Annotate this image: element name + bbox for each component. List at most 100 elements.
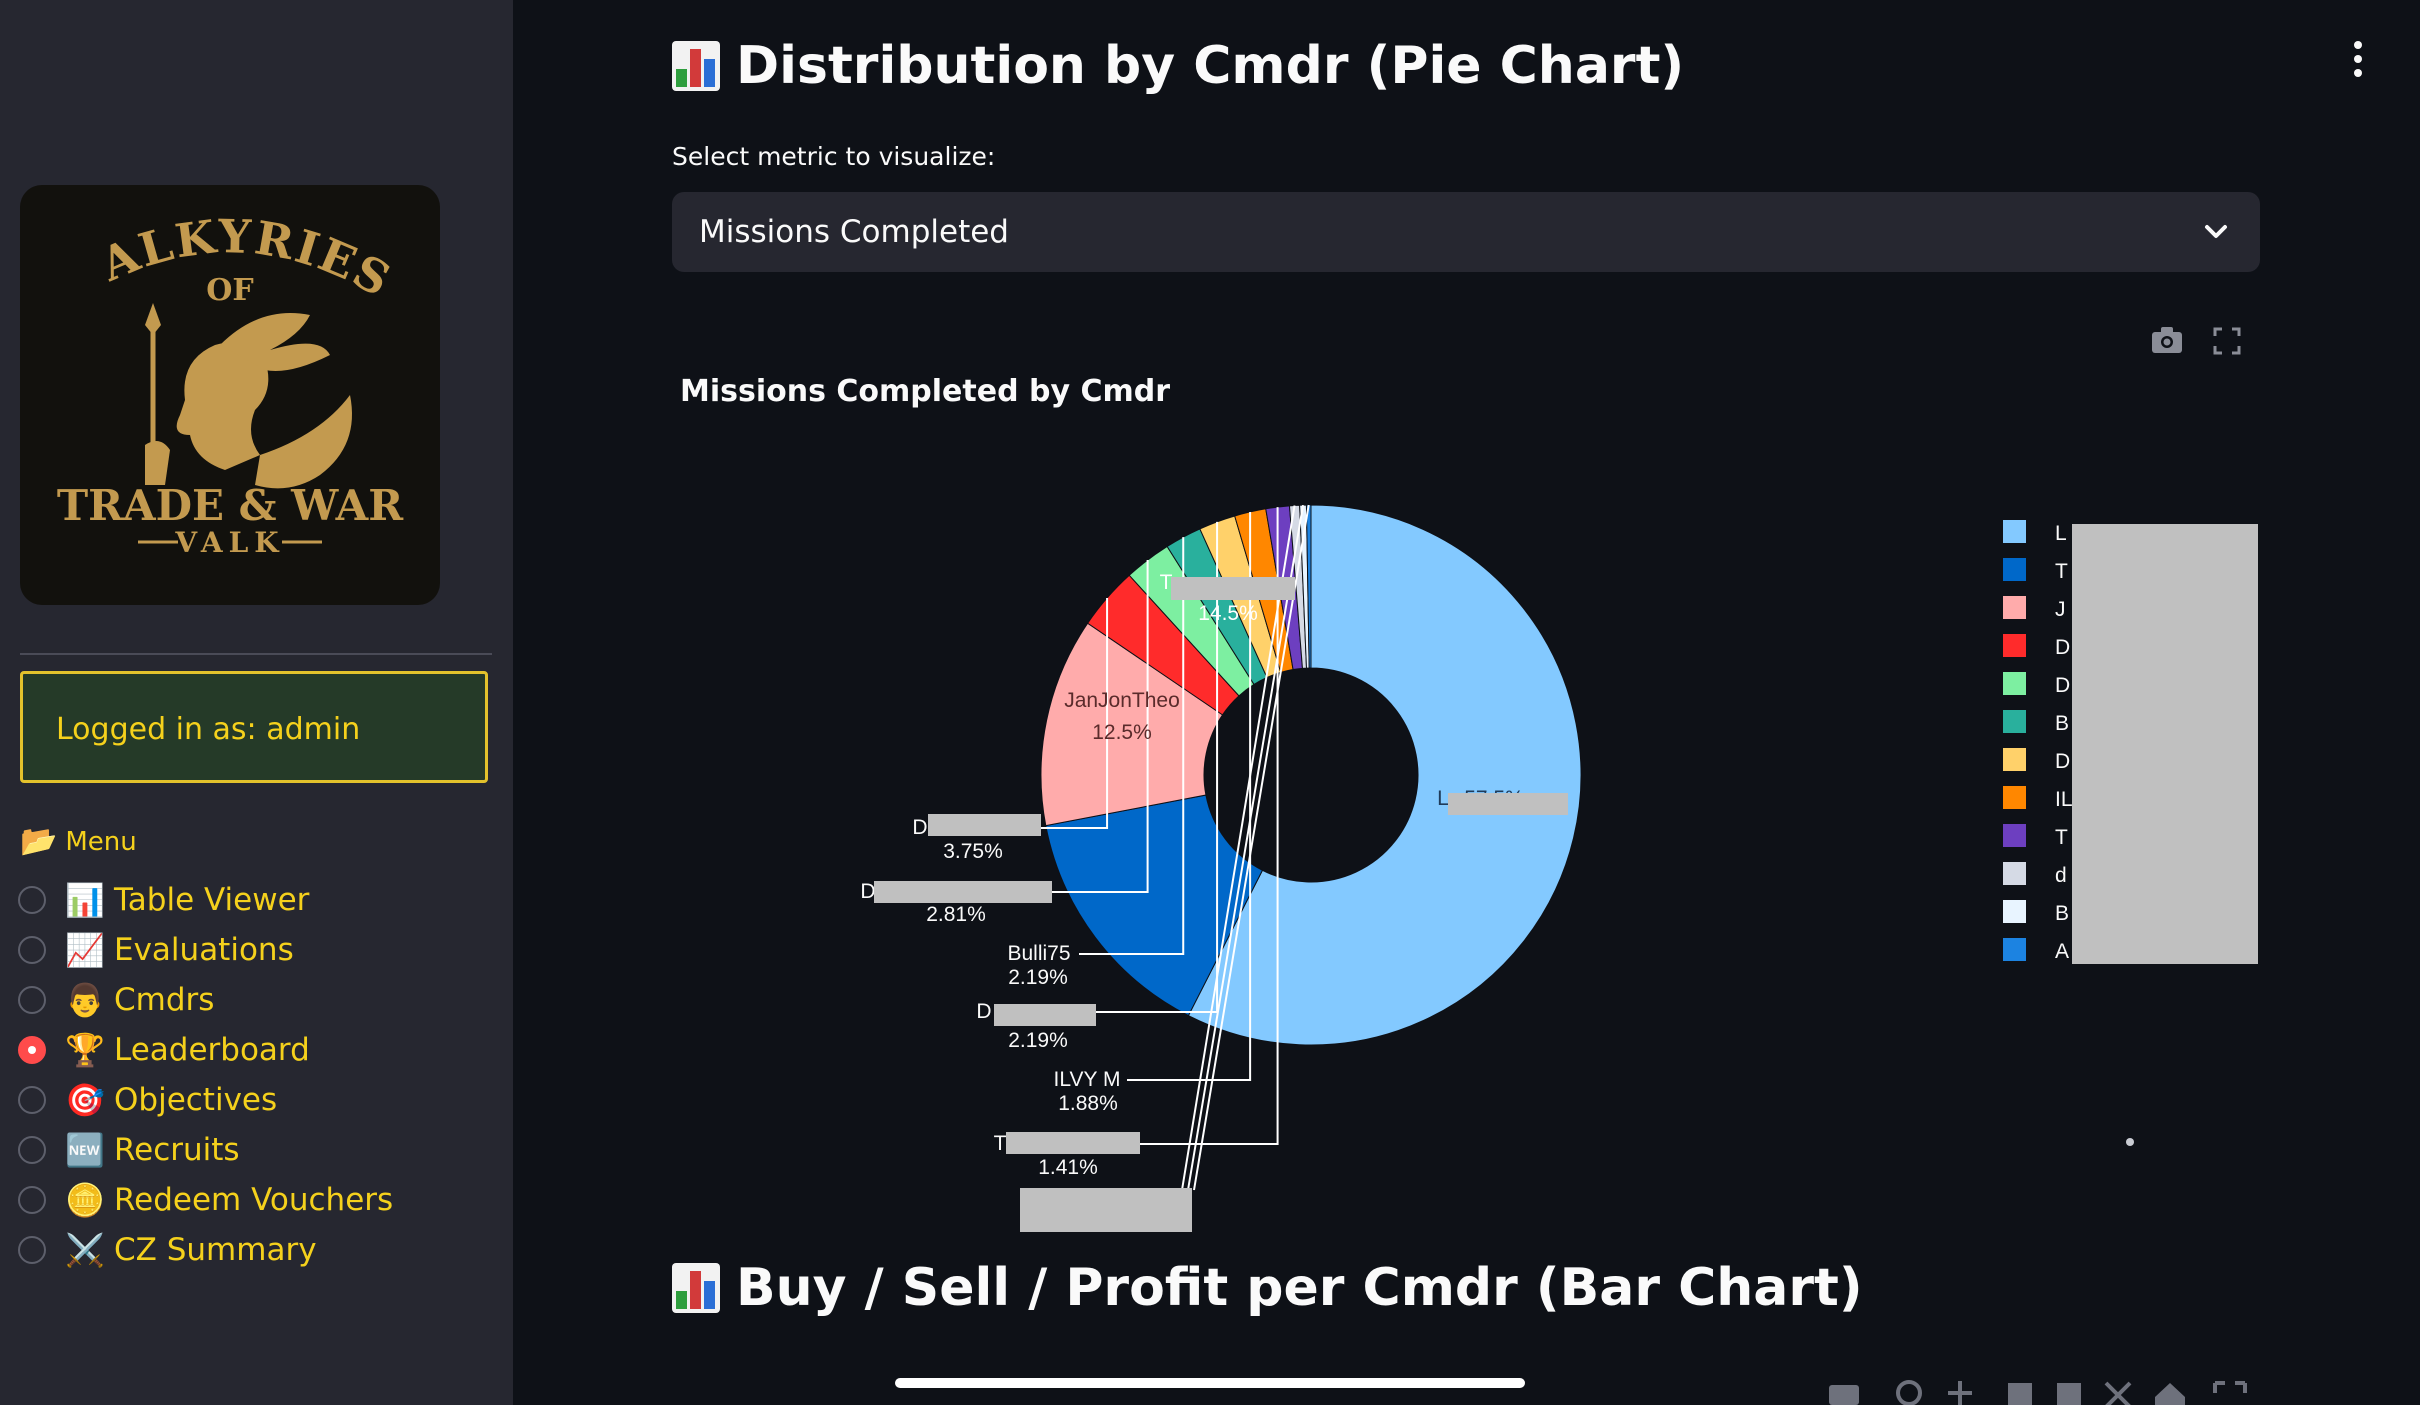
radio-leaderboard[interactable] [18,1036,46,1064]
person-icon: 👨 [65,981,105,1019]
redaction-block [874,881,1052,903]
menu-title-label: Menu [65,826,137,857]
slice-label: D [860,880,875,903]
redaction-block [1006,1132,1140,1154]
logo-line2: OF [206,273,253,308]
legend-label[interactable]: T [2055,826,2068,849]
menu-item-evaluations[interactable]: 📈 Evaluations [18,928,294,972]
zoom-out-icon[interactable] [2057,1383,2081,1405]
bar-chart-toolbar [1829,1380,2247,1405]
line-chart-icon: 📈 [65,931,105,969]
logo-graphic: VALKYRIES OF TRADE & WAR VALK [20,185,404,559]
legend-swatch[interactable] [2003,558,2026,581]
slice-percent: 2.81% [926,903,986,926]
radio-table-viewer[interactable] [18,886,46,914]
redaction-block [1020,1188,1192,1232]
slice-percent: 1.88% [1058,1092,1118,1115]
menu-item-redeem-vouchers[interactable]: 🪙 Redeem Vouchers [18,1178,393,1222]
legend-swatch[interactable] [2003,900,2026,923]
menu-label-evaluations: Evaluations [114,932,294,968]
new-badge-icon: 🆕 [65,1131,105,1169]
legend-swatch[interactable] [2003,520,2026,543]
slice-label: D [976,1000,991,1023]
slice-label: ILVY M [1054,1068,1121,1091]
bar-chart-icon: 📊 [65,881,105,919]
radio-redeem-vouchers[interactable] [18,1186,46,1214]
menu-item-table-viewer[interactable]: 📊 Table Viewer [18,878,309,922]
login-status-box: Logged in as: admin [20,671,488,783]
bar-section-heading: Buy / Sell / Profit per Cmdr (Bar Chart) [672,1258,1863,1318]
legend-label[interactable]: B [2055,902,2069,925]
login-status-text: Logged in as: admin [56,712,361,747]
menu-label-recruits: Recruits [114,1132,240,1168]
legend-swatch[interactable] [2003,672,2026,695]
slice-percent: 12.5% [1092,721,1152,744]
menu-label-leaderboard: Leaderboard [114,1032,310,1068]
legend-redaction-block [2072,524,2258,964]
reset-axes-icon[interactable] [2155,1383,2185,1405]
sidebar: VALKYRIES OF TRADE & WAR VALK Logged in … [0,0,513,1405]
fullscreen-icon[interactable] [2213,1381,2247,1393]
menu-item-objectives[interactable]: 🎯 Objectives [18,1078,277,1122]
legend-swatch[interactable] [2003,938,2026,961]
slice-label: D [912,816,927,839]
legend-swatch[interactable] [2003,634,2026,657]
bar-section-title: Buy / Sell / Profit per Cmdr (Bar Chart) [736,1258,1863,1318]
autoscale-icon[interactable] [2104,1381,2132,1405]
menu-item-cmdrs[interactable]: 👨 Cmdrs [18,978,214,1022]
logo-line4: VALK [174,526,284,559]
legend-swatch[interactable] [2003,824,2026,847]
menu-label-cz-summary: CZ Summary [114,1232,317,1268]
zoom-icon[interactable] [1896,1380,1922,1405]
menu-label-table-viewer: Table Viewer [114,882,310,918]
legend-swatch[interactable] [2003,786,2026,809]
menu-label-redeem-vouchers: Redeem Vouchers [114,1182,394,1218]
slice-percent: 2.19% [1008,966,1068,989]
legend-swatch[interactable] [2003,596,2026,619]
redaction-block [994,1004,1096,1026]
camera-icon[interactable] [1829,1385,1859,1405]
menu-item-cz-summary[interactable]: ⚔️ CZ Summary [18,1228,317,1272]
slice-label: Bulli75 [1007,942,1070,965]
redaction-block [1171,577,1295,600]
legend-label[interactable]: B [2055,712,2069,735]
legend-swatch[interactable] [2003,748,2026,771]
dot-marker [2126,1138,2134,1146]
logo: VALKYRIES OF TRADE & WAR VALK [20,185,440,605]
legend-label[interactable]: L [2055,522,2067,545]
legend-swatch[interactable] [2003,862,2026,885]
radio-cmdrs[interactable] [18,986,46,1014]
slice-label: JanJonTheo [1064,689,1180,712]
legend-label[interactable]: T [2055,560,2068,583]
radio-recruits[interactable] [18,1136,46,1164]
legend-label[interactable]: D [2055,750,2070,773]
legend-label[interactable]: A [2055,940,2069,963]
redaction-block [1448,793,1568,815]
radio-cz-summary[interactable] [18,1236,46,1264]
menu-item-recruits[interactable]: 🆕 Recruits [18,1128,240,1172]
legend-label[interactable]: D [2055,674,2070,697]
radio-evaluations[interactable] [18,936,46,964]
legend-label[interactable]: J [2055,598,2066,621]
legend-swatch[interactable] [2003,710,2026,733]
legend-label[interactable]: d [2055,864,2067,887]
pan-icon[interactable] [1948,1381,1972,1405]
slice-label: T [994,1132,1007,1155]
slice-percent: 14.5% [1198,602,1258,625]
slice-label: T [1160,571,1173,594]
zoom-in-icon[interactable] [2008,1383,2032,1405]
crossed-swords-icon: ⚔️ [65,1231,105,1269]
slice-percent: 1.41% [1038,1156,1098,1179]
legend-label[interactable]: D [2055,636,2070,659]
home-indicator [895,1378,1525,1388]
menu-label-objectives: Objectives [114,1082,278,1118]
pie-chart: L57.5%T14.5%JanJonTheo12.5%D3.75%D2.81%B… [860,504,2258,1232]
menu-item-leaderboard[interactable]: 🏆 Leaderboard [18,1028,310,1072]
menu-title: 📂 Menu [20,824,137,859]
legend-label[interactable]: IL [2055,788,2073,811]
logo-line3: TRADE & WAR [57,481,404,530]
radio-objectives[interactable] [18,1086,46,1114]
trophy-icon: 🏆 [65,1031,105,1069]
target-icon: 🎯 [65,1081,105,1119]
bar-chart-icon [672,1263,720,1313]
